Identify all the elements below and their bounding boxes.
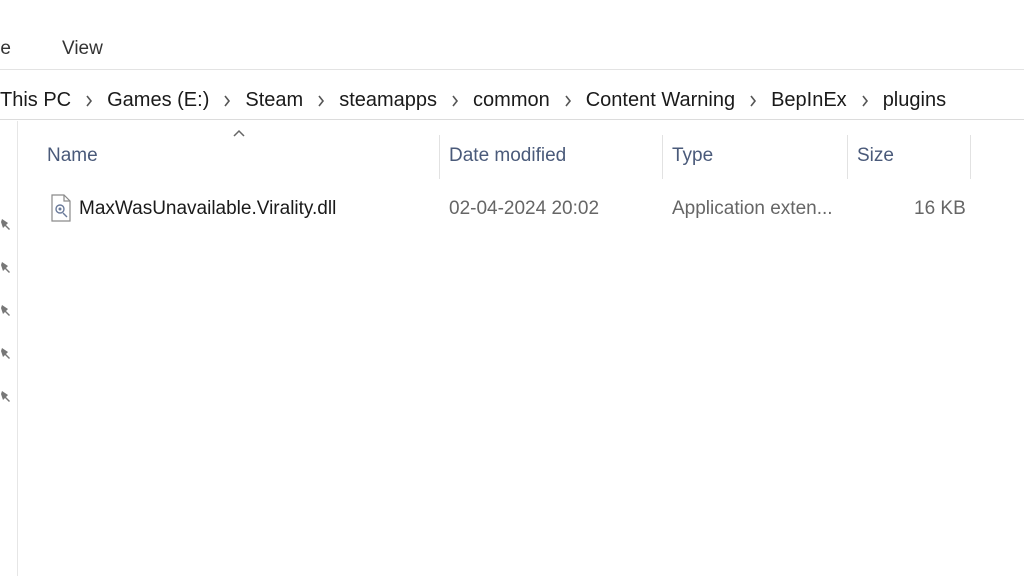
breadcrumb-common[interactable]: common (473, 89, 550, 112)
breadcrumb-this-pc[interactable]: This PC (0, 89, 71, 112)
breadcrumb[interactable]: This PC Games (E:) Steam steamapps commo… (0, 82, 1024, 120)
breadcrumb-bepinex[interactable]: BepInEx (771, 89, 847, 112)
breadcrumb-steam[interactable]: Steam (245, 89, 303, 112)
breadcrumb-games-drive[interactable]: Games (E:) (107, 89, 209, 112)
file-date-modified: 02-04-2024 20:02 (449, 198, 600, 219)
file-row[interactable]: MaxWasUnavailable.Virality.dll 02-04-202… (40, 190, 980, 228)
pin-icon[interactable] (0, 346, 12, 362)
file-size: 16 KB (914, 198, 966, 219)
chevron-right-icon[interactable] (735, 92, 771, 109)
breadcrumb-steamapps[interactable]: steamapps (339, 89, 437, 112)
chevron-right-icon[interactable] (209, 92, 245, 109)
column-divider[interactable] (847, 135, 848, 179)
chevron-right-icon[interactable] (847, 92, 883, 109)
sort-ascending-icon (233, 129, 245, 137)
column-divider[interactable] (439, 135, 440, 179)
column-header-name[interactable]: Name (47, 145, 98, 171)
breadcrumb-plugins[interactable]: plugins (883, 89, 946, 112)
chevron-right-icon[interactable] (303, 92, 339, 109)
breadcrumb-content-warning[interactable]: Content Warning (586, 89, 735, 112)
column-divider[interactable] (662, 135, 663, 179)
ribbon-tab-view[interactable]: View (62, 38, 103, 60)
column-header-type[interactable]: Type (672, 145, 713, 171)
chevron-right-icon[interactable] (437, 92, 473, 109)
navigation-pane (0, 121, 18, 576)
column-header-date-modified[interactable]: Date modified (449, 145, 566, 171)
pin-icon[interactable] (0, 389, 12, 405)
pin-icon[interactable] (0, 303, 12, 319)
column-divider[interactable] (970, 135, 971, 179)
pin-icon[interactable] (0, 260, 12, 276)
ribbon: re View (0, 0, 1024, 70)
pin-icon[interactable] (0, 217, 12, 233)
file-type: Application exten... (672, 198, 833, 219)
file-explorer-window: re View This PC Games (E:) Steam steamap… (0, 0, 1024, 576)
chevron-right-icon[interactable] (550, 92, 586, 109)
dll-file-icon (51, 194, 71, 222)
chevron-right-icon[interactable] (71, 92, 107, 109)
column-header-size[interactable]: Size (857, 145, 894, 171)
ribbon-tab-share[interactable]: re (0, 38, 11, 60)
file-name: MaxWasUnavailable.Virality.dll (79, 198, 337, 219)
